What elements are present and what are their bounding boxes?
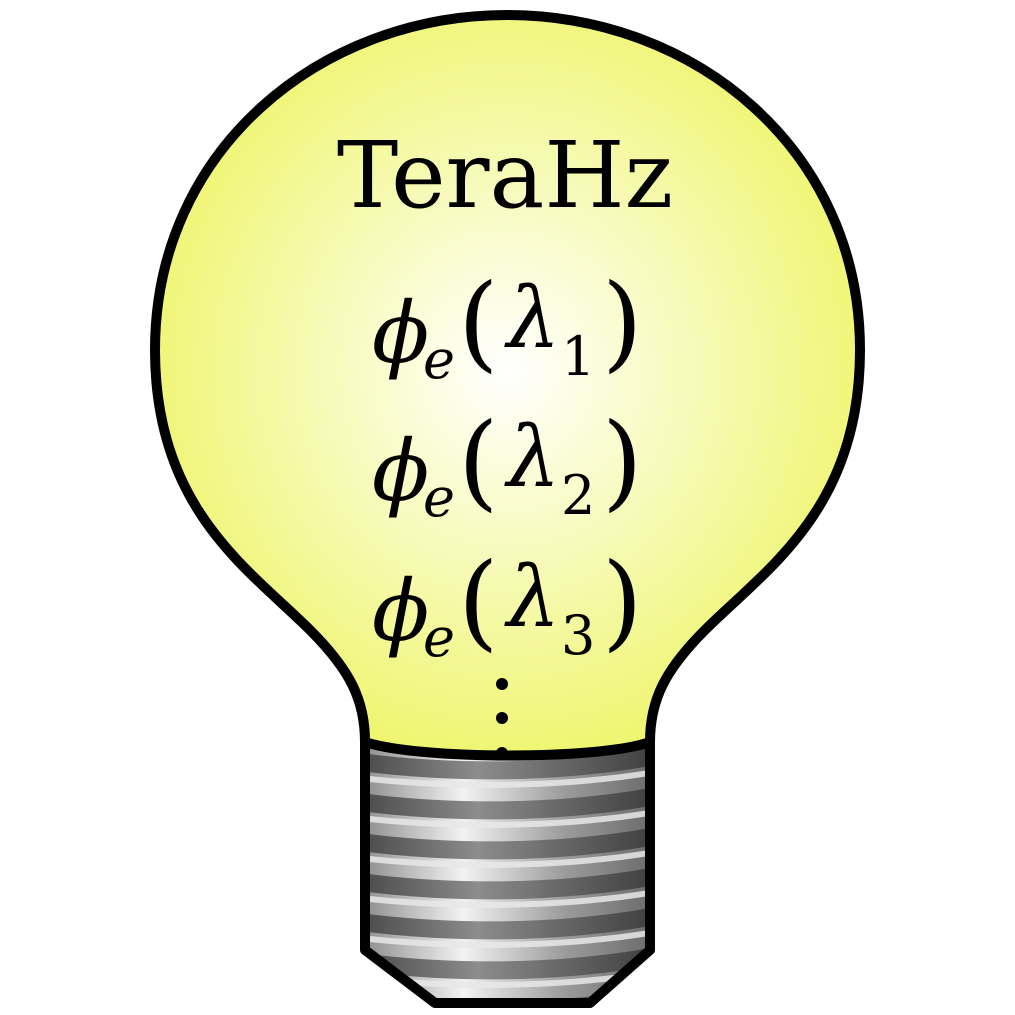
bulb-title: TeraHz (337, 122, 673, 229)
light-bulb-diagram: TeraHz ϕ e ( λ 1 ) ϕ e ( λ 2 ) ϕ e ( λ 3… (0, 0, 1015, 1015)
subscript-e: e (423, 466, 455, 529)
light-bulb-icon: TeraHz ϕ e ( λ 1 ) ϕ e ( λ 2 ) ϕ e ( λ 3… (150, 10, 865, 1015)
lambda-index: 3 (561, 604, 595, 667)
lambda-symbol: λ (504, 269, 560, 367)
close-paren: ) (602, 261, 643, 383)
close-paren: ) (602, 400, 643, 522)
thread-highlight (360, 1009, 655, 1015)
lambda-index: 1 (561, 325, 595, 388)
bulb-screw-base (360, 742, 655, 1015)
open-paren: ( (458, 261, 499, 383)
phi-symbol: ϕ (372, 422, 429, 520)
phi-symbol: ϕ (372, 562, 429, 660)
open-paren: ( (458, 400, 499, 522)
open-paren: ( (458, 540, 499, 662)
lambda-symbol: λ (504, 548, 560, 646)
lambda-index: 2 (561, 464, 595, 527)
lambda-symbol: λ (504, 408, 560, 506)
subscript-e: e (423, 328, 455, 391)
phi-symbol: ϕ (372, 284, 429, 382)
subscript-e: e (423, 606, 455, 669)
close-paren: ) (602, 540, 643, 662)
